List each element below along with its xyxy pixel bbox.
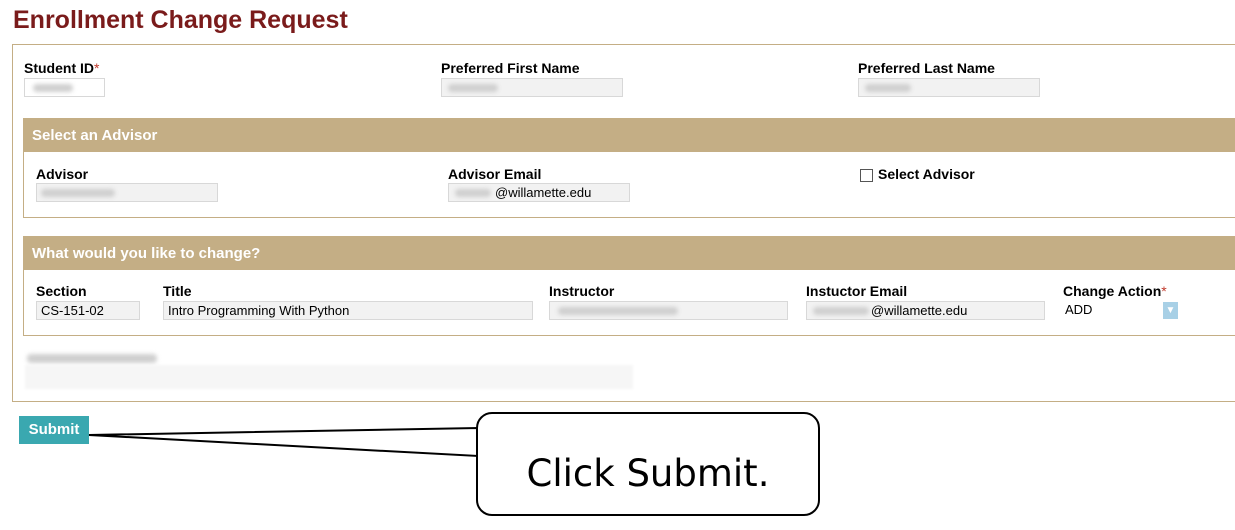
callout-text: Click Submit. [526,452,770,495]
instruction-callout: Click Submit. [476,412,820,516]
